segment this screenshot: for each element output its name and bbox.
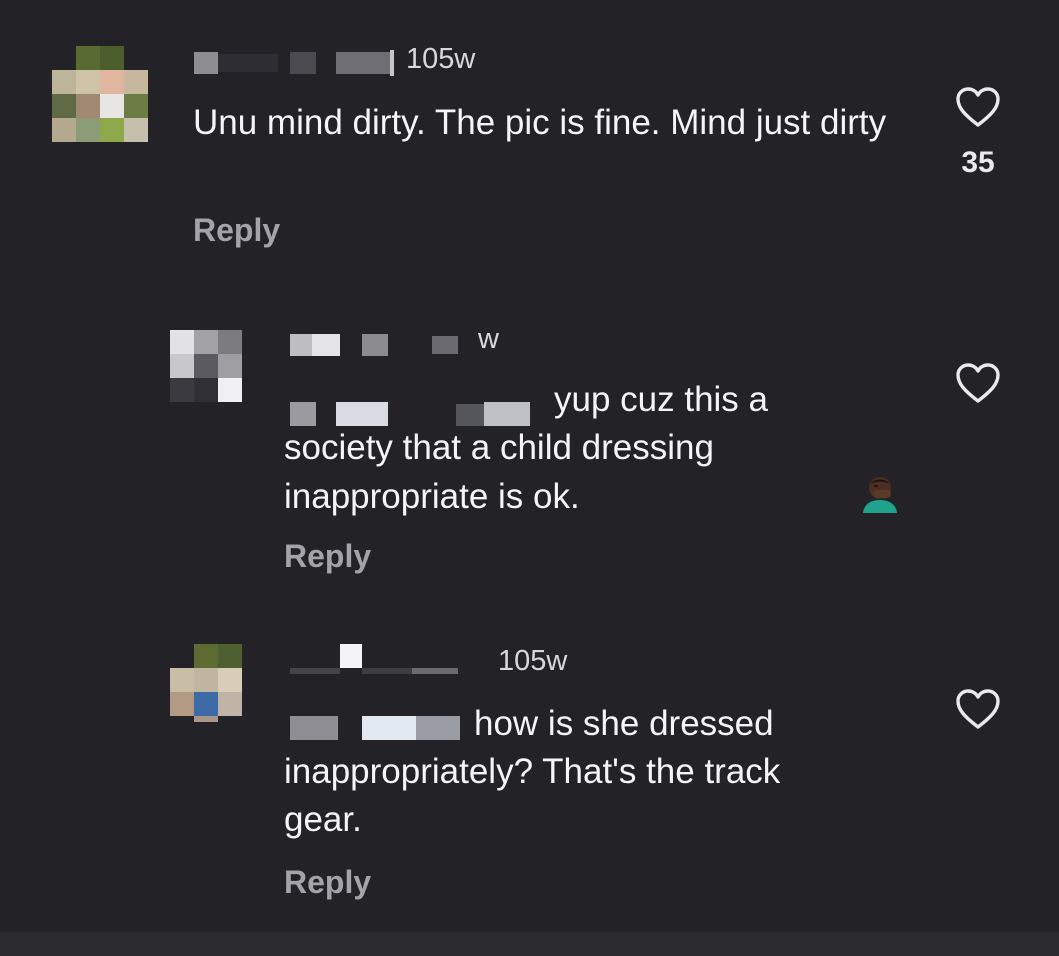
avatar[interactable] [170,330,244,404]
comment-text-content: yup cuz this a society that a child dres… [284,380,768,516]
heart-icon[interactable] [955,86,1001,128]
comment-text: Unu mind dirty. The pic is fine. Mind ju… [193,103,887,142]
timestamp: 105w [406,43,476,75]
heart-icon[interactable] [955,362,1001,404]
reply-button[interactable]: Reply [193,214,280,246]
avatar[interactable] [52,46,150,144]
reply-button[interactable]: Reply [284,866,371,898]
timestamp: w [478,323,499,355]
comment-text: yup cuz this a society that a child dres… [284,376,898,521]
timestamp: 105w [498,645,568,677]
facepalm-emoji-icon [589,472,898,514]
comment-text: how is she dressed inappropriately? That… [284,704,781,839]
avatar[interactable] [170,644,244,722]
bottom-bar [0,932,1059,956]
like-count: 35 [961,146,995,179]
heart-icon[interactable] [955,688,1001,730]
reply-button[interactable]: Reply [284,540,371,572]
